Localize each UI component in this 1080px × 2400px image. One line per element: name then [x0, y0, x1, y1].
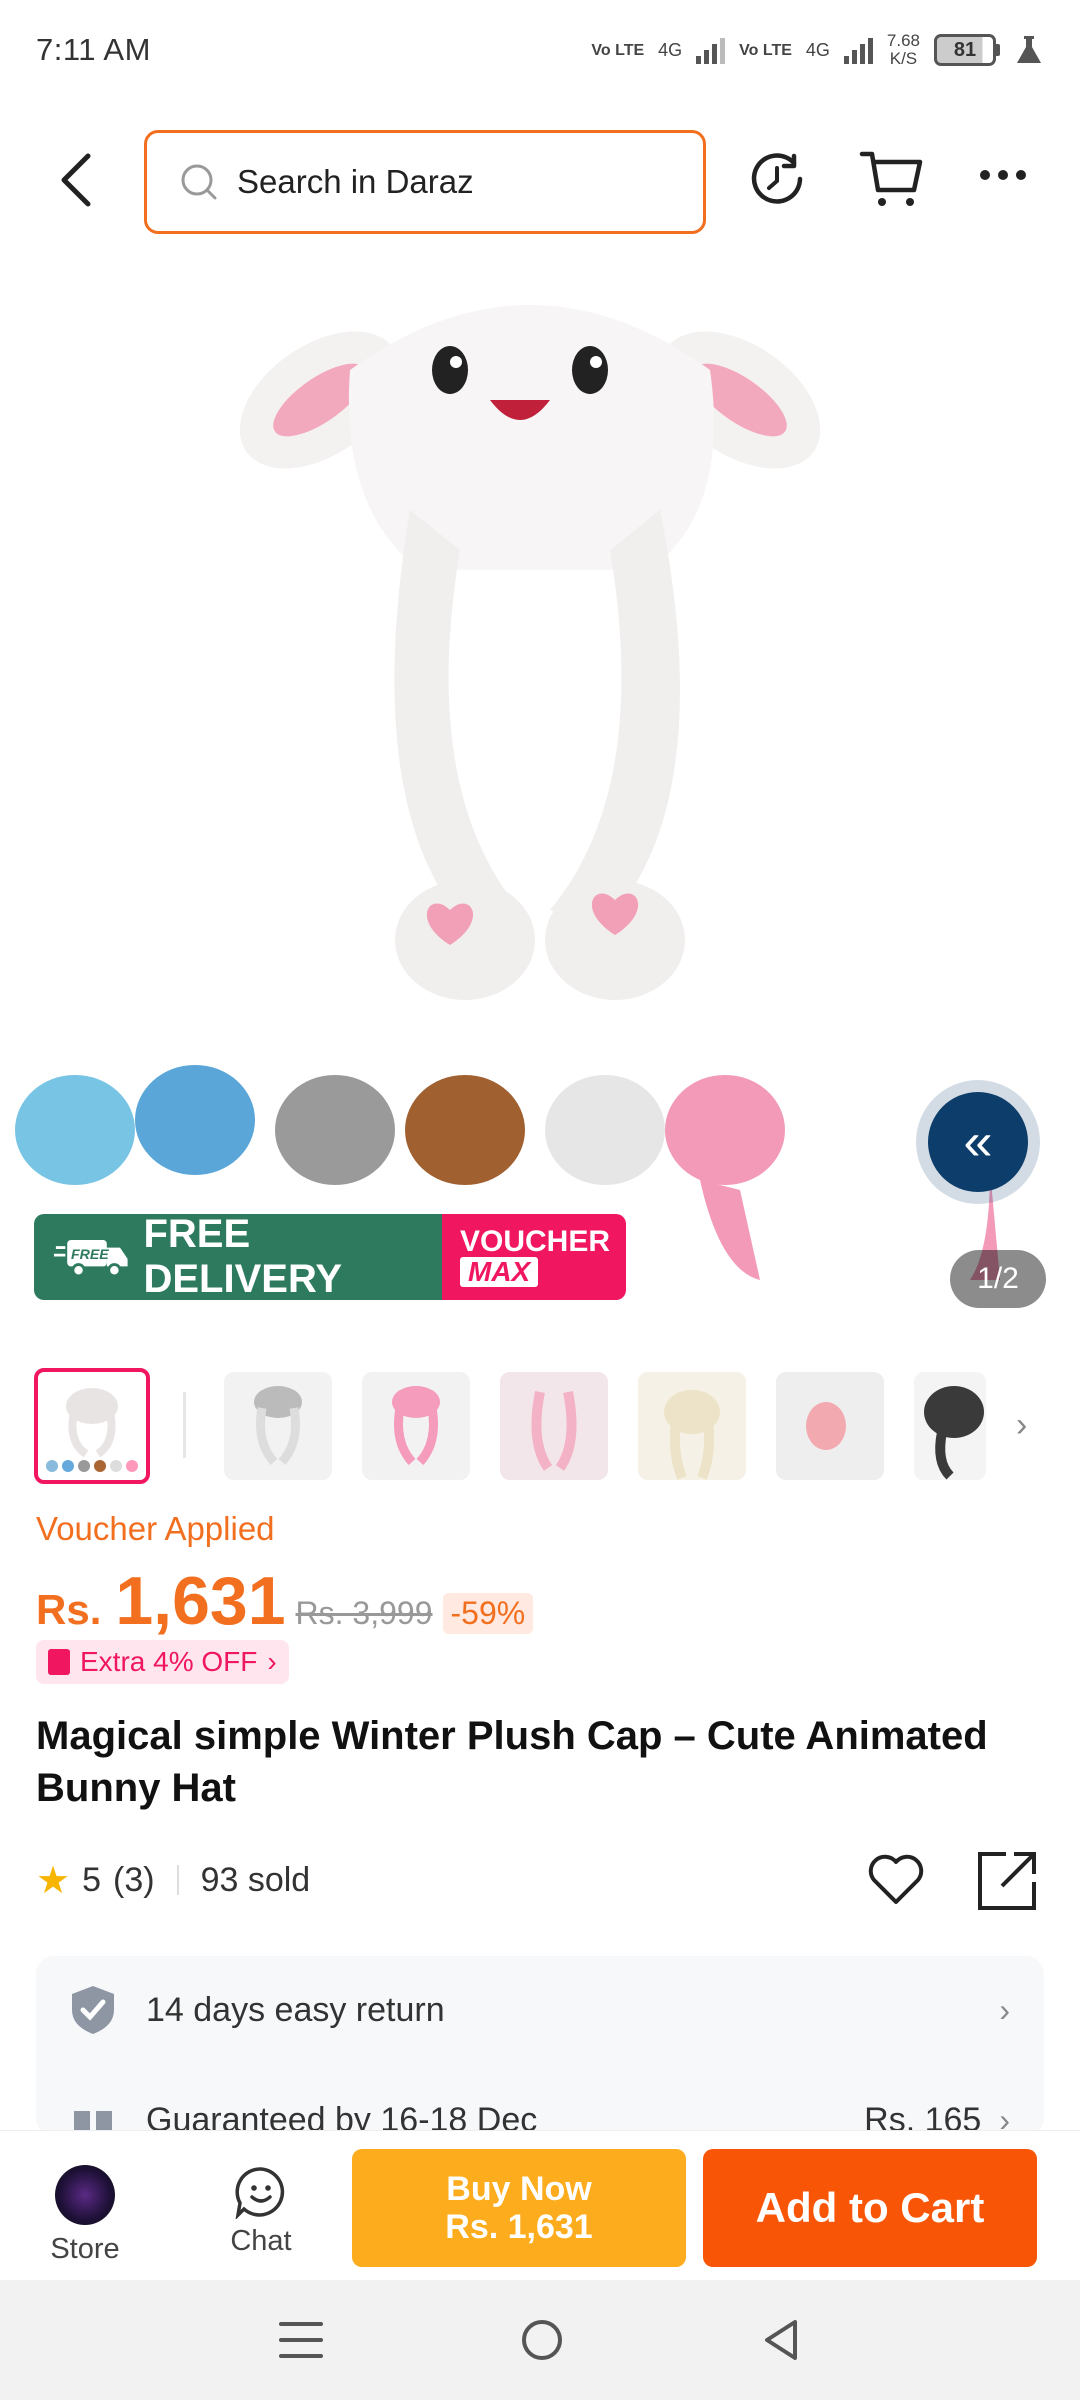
thumbnail-image [254, 1386, 302, 1466]
thumbnail-5[interactable] [638, 1372, 746, 1480]
original-price: Rs. 3,999 [295, 1595, 433, 1631]
thumbnail-2[interactable] [224, 1372, 332, 1480]
search-box[interactable]: Search in Daraz [144, 130, 706, 234]
thumbnail-1[interactable] [34, 1368, 150, 1484]
rating-value[interactable]: 5 [82, 1861, 101, 1900]
buy-now-button[interactable]: Buy Now Rs. 1,631 [352, 2149, 686, 2267]
product-title: Magical simple Winter Plush Cap – Cute A… [36, 1714, 988, 1810]
network-gen-2: 4G [805, 39, 830, 60]
price-row: Rs. 1,631 Rs. 3,999 -59% [36, 1562, 534, 1640]
double-chevron-left-icon: « [963, 1113, 993, 1171]
bottom-action-bar: Store Chat Buy Now Rs. 1,631 Add to Cart [0, 2130, 1080, 2280]
status-bar: 7:11 AM Vo LTE 4G Vo LTE 4G 7.68 K/S 81 [0, 0, 1080, 100]
free-delivery-badge: FREE FREE DELIVERY [34, 1214, 442, 1300]
separator [176, 1865, 179, 1895]
cart-button[interactable] [858, 148, 924, 215]
recent-apps-icon[interactable] [278, 2320, 323, 2360]
flask-icon [1017, 36, 1041, 63]
thumbnail-6[interactable] [776, 1372, 884, 1480]
voucher-max-badge: VOUCHER MAX [442, 1214, 626, 1300]
battery-icon: 81 [934, 34, 1000, 66]
thumbnail-strip: › [0, 1368, 1080, 1484]
thumbnail-3[interactable] [362, 1372, 470, 1480]
search-placeholder: Search in Daraz [237, 163, 474, 200]
return-policy-row[interactable]: 14 days easy return › [36, 1970, 1044, 2050]
store-avatar [55, 2165, 115, 2225]
back-button[interactable] [50, 152, 100, 208]
promo-banner: FREE FREE DELIVERY VOUCHER MAX [34, 1214, 626, 1300]
volte-2-indicator: Vo LTE [739, 41, 792, 59]
thumbnail-image [500, 1372, 608, 1480]
store-button[interactable]: Store [40, 2165, 130, 2266]
share-button[interactable] [976, 1850, 1038, 1921]
chat-smile-icon [235, 2167, 285, 2219]
chevron-right-icon: › [999, 1991, 1010, 2028]
sold-count: 93 sold [200, 1860, 311, 1899]
thumbnail-image [392, 1386, 440, 1466]
top-bar: Search in Daraz [0, 118, 1080, 242]
rating-row: ★ 5 (3) 93 sold [36, 1850, 1046, 1910]
cart-icon [859, 151, 923, 206]
star-icon: ★ [36, 1859, 71, 1902]
svg-text:FREE: FREE [71, 1246, 109, 1262]
price-value: 1,631 [115, 1563, 286, 1639]
thumbnail-divider [183, 1392, 186, 1458]
back-triangle-icon[interactable] [761, 2318, 801, 2362]
voucher-applied-label: Voucher Applied [36, 1510, 275, 1547]
chevron-right-icon: › [267, 1646, 277, 1677]
collapse-button[interactable]: « [928, 1092, 1028, 1192]
service-card: 14 days easy return › Guaranteed by 16-1… [36, 1956, 1044, 2136]
discount-tag-icon [48, 1649, 70, 1675]
thumbnail-image [638, 1372, 746, 1480]
signal-2-icon [843, 36, 873, 64]
add-to-cart-button[interactable]: Add to Cart [703, 2149, 1037, 2267]
more-options-button[interactable] [980, 170, 1026, 180]
home-icon[interactable] [520, 2318, 564, 2362]
status-icons: Vo LTE 4G Vo LTE 4G 7.68 K/S 81 [591, 32, 1044, 68]
price-currency: Rs. [36, 1586, 102, 1633]
refresh-history-icon [751, 153, 803, 204]
discount-badge: -59% [442, 1593, 534, 1634]
thumbnail-image [776, 1372, 884, 1480]
bunny-hat-image [15, 305, 1000, 1280]
network-gen-1: 4G [658, 39, 683, 60]
heart-icon [868, 1854, 924, 1904]
delivery-guarantee-row[interactable]: Guaranteed by 16-18 Dec Rs. 165 › [36, 2080, 1044, 2136]
extra-off-badge[interactable]: Extra 4% OFF › [36, 1640, 289, 1684]
page-indicator: 1/2 [950, 1250, 1046, 1308]
product-image-gallery[interactable]: « FREE FREE DELIVERY VOUCHER MAX 1/2 [0, 250, 1080, 1330]
share-icon [978, 1852, 1036, 1910]
thumbnail-next-icon[interactable]: › [1016, 1406, 1027, 1445]
review-count[interactable]: (3) [113, 1861, 155, 1900]
search-icon [181, 164, 217, 200]
wishlist-button[interactable] [866, 1850, 926, 1915]
delivery-truck-icon: FREE [54, 1240, 128, 1278]
signal-1-icon [696, 36, 726, 64]
volte-1-indicator: Vo LTE [591, 41, 645, 59]
thumbnail-image [914, 1372, 986, 1480]
back-arrow-icon [61, 153, 91, 207]
thumbnail-7[interactable] [914, 1372, 986, 1480]
thumbnail-image [46, 1388, 138, 1472]
thumbnail-4[interactable] [500, 1372, 608, 1480]
shield-check-icon [72, 1986, 114, 2034]
history-button[interactable] [748, 150, 806, 213]
system-navigation-bar [0, 2280, 1080, 2400]
chat-button[interactable]: Chat [216, 2165, 306, 2258]
network-speed: 7.68 K/S [886, 31, 920, 68]
status-time: 7:11 AM [36, 32, 151, 67]
